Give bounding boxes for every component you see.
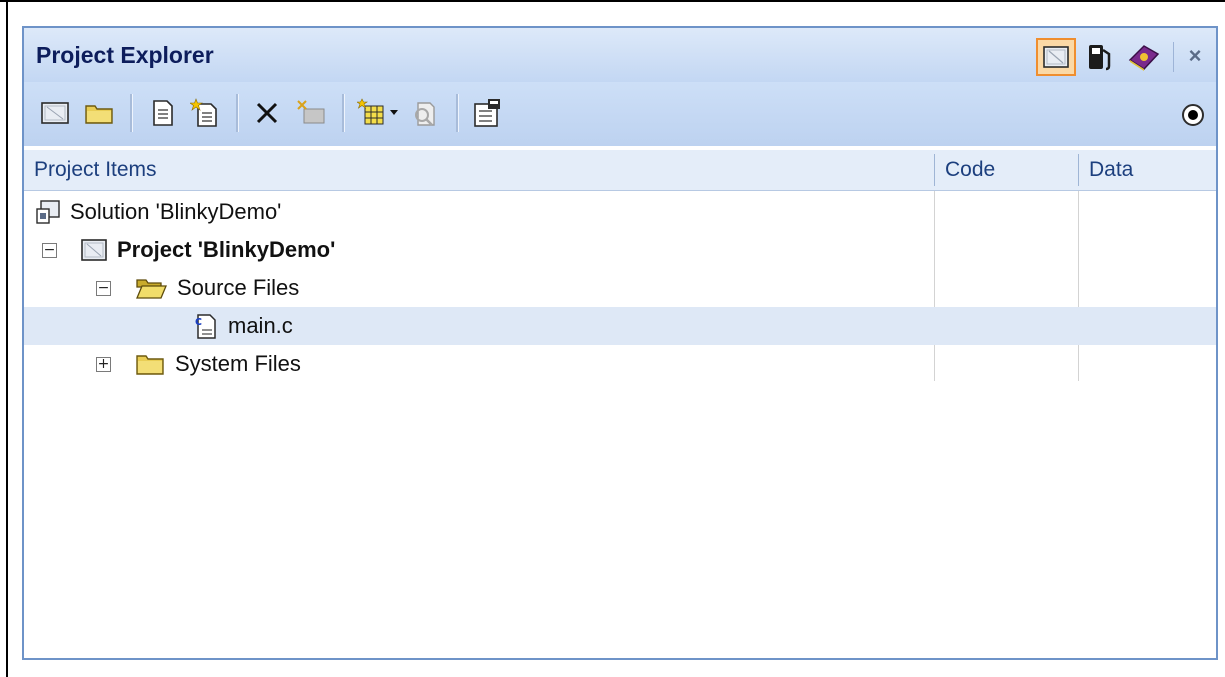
settings-button[interactable] (470, 96, 504, 130)
add-items-dropdown[interactable] (386, 96, 402, 130)
tree-item-system-files[interactable]: + System Files (96, 345, 301, 383)
collapse-toggle[interactable]: − (42, 242, 57, 258)
fuel-pump-icon (1085, 42, 1115, 72)
c-file-icon: c (194, 312, 218, 340)
column-code[interactable]: Code (935, 150, 1078, 190)
close-button[interactable]: × (1180, 40, 1210, 72)
column-data[interactable]: Data (1079, 150, 1216, 190)
project-explorer-panel: Project Explorer × Project Items Code Da… (22, 26, 1218, 660)
new-project-button[interactable] (38, 96, 72, 130)
solution-icon (36, 200, 60, 224)
add-items-icon (357, 98, 389, 128)
titlebar-separator (1173, 42, 1174, 72)
folder-icon (135, 352, 165, 376)
project-icon (81, 239, 107, 261)
grid-line-data (1078, 191, 1079, 381)
add-existing-file-icon (190, 98, 220, 128)
svg-text:c: c (195, 314, 202, 328)
panel-title: Project Explorer (36, 42, 214, 68)
project-view-icon (1043, 46, 1069, 68)
open-folder-icon (135, 276, 167, 300)
new-file-icon (151, 99, 175, 127)
tree-item-label: System Files (175, 351, 301, 376)
tree-item-source-files[interactable]: − Source Files (96, 269, 299, 307)
toolbar (24, 82, 1216, 146)
new-project-icon (41, 101, 69, 125)
tree-item-solution[interactable]: Solution 'BlinkyDemo' (36, 193, 281, 231)
column-project-items[interactable]: Project Items (24, 150, 934, 190)
outer-frame-top (0, 0, 1225, 2)
tree-item-label: Project 'BlinkyDemo' (117, 237, 336, 262)
new-file-button[interactable] (146, 96, 180, 130)
outer-frame-left (6, 0, 8, 677)
tree-item-label: main.c (228, 313, 293, 338)
toolbar-separator-3 (342, 94, 345, 132)
add-items-button[interactable] (356, 96, 390, 130)
delete-button[interactable] (250, 96, 284, 130)
build-button[interactable] (294, 96, 328, 130)
toolbar-separator-4 (456, 94, 459, 132)
radio-selected-icon[interactable] (1182, 104, 1204, 126)
dropdown-arrow-icon (389, 109, 399, 117)
toolbar-separator-2 (236, 94, 239, 132)
tree-item-label: Solution 'BlinkyDemo' (70, 199, 282, 224)
settings-icon (472, 98, 502, 128)
panel-titlebar: Project Explorer × (24, 28, 1216, 82)
help-book-icon (1127, 42, 1161, 72)
fuel-pump-button[interactable] (1080, 38, 1120, 76)
collapse-toggle[interactable]: − (96, 280, 111, 296)
grid-line-code (934, 191, 935, 381)
expand-toggle[interactable]: + (96, 356, 111, 372)
toolbar-separator-1 (130, 94, 133, 132)
column-header: Project Items Code Data (24, 150, 1216, 191)
open-folder-icon (84, 101, 114, 125)
build-icon (296, 99, 326, 127)
add-existing-file-button[interactable] (188, 96, 222, 130)
tree-item-project[interactable]: − Project 'BlinkyDemo' (42, 231, 335, 269)
tree-item-label: Source Files (177, 275, 300, 300)
view-buttons (1036, 38, 1164, 76)
properties-button[interactable] (408, 96, 442, 130)
properties-icon (410, 98, 440, 128)
help-book-button[interactable] (1124, 38, 1164, 76)
open-folder-button[interactable] (82, 96, 116, 130)
tree-item-main-c[interactable]: c main.c (194, 307, 293, 345)
delete-icon (254, 100, 280, 126)
project-view-button[interactable] (1036, 38, 1076, 76)
